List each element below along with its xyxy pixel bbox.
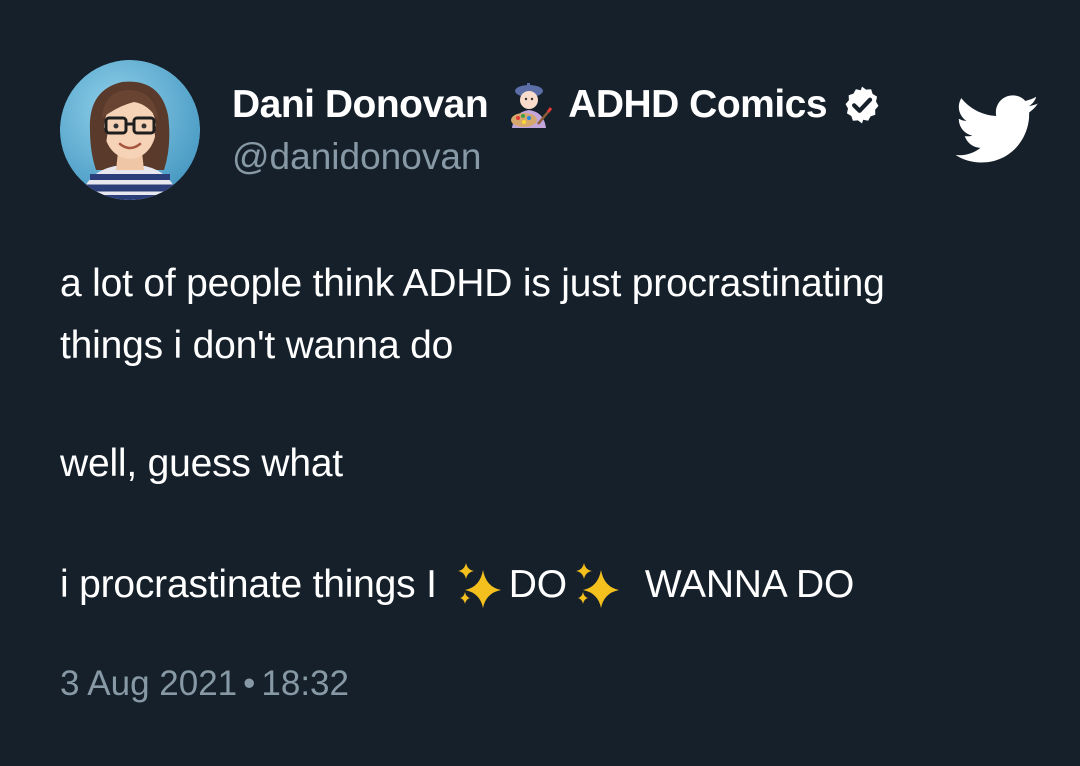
sparkles-icon [573,560,623,610]
tweet-timestamp[interactable]: 3 Aug 2021 • 18:32 [60,664,349,704]
tweet-text-prefix: i procrastinate things I [60,563,437,606]
tweet-text-emphasis: DO [508,563,567,606]
tweet-card: Dani Donovan ADHD Comics @danidonovan a … [0,0,1080,766]
avatar[interactable] [60,60,200,200]
tweet-text-line-3: well, guess what [60,442,343,485]
tweet-text-line-4: i procrastinate things I DO WANNA DO [60,560,854,610]
artist-emoji-icon [502,82,556,128]
tweet-time: 18:32 [261,664,349,703]
tweet-text-line-1: a lot of people think ADHD is just procr… [60,262,885,305]
verified-badge-icon [841,84,883,126]
author-name-row[interactable]: Dani Donovan ADHD Comics [232,80,883,130]
display-name: Dani Donovan [232,83,489,126]
meta-separator: • [243,664,256,703]
sparkles-icon [455,560,505,610]
author-handle[interactable]: @danidonovan [232,136,481,178]
tweet-date: 3 Aug 2021 [60,664,238,703]
twitter-bird-icon[interactable] [955,95,1040,165]
author-tag: ADHD Comics [568,83,828,126]
tweet-text-suffix: WANNA DO [644,563,855,606]
tweet-text-line-2: things i don't wanna do [60,324,454,367]
avatar-illustration [60,60,200,200]
